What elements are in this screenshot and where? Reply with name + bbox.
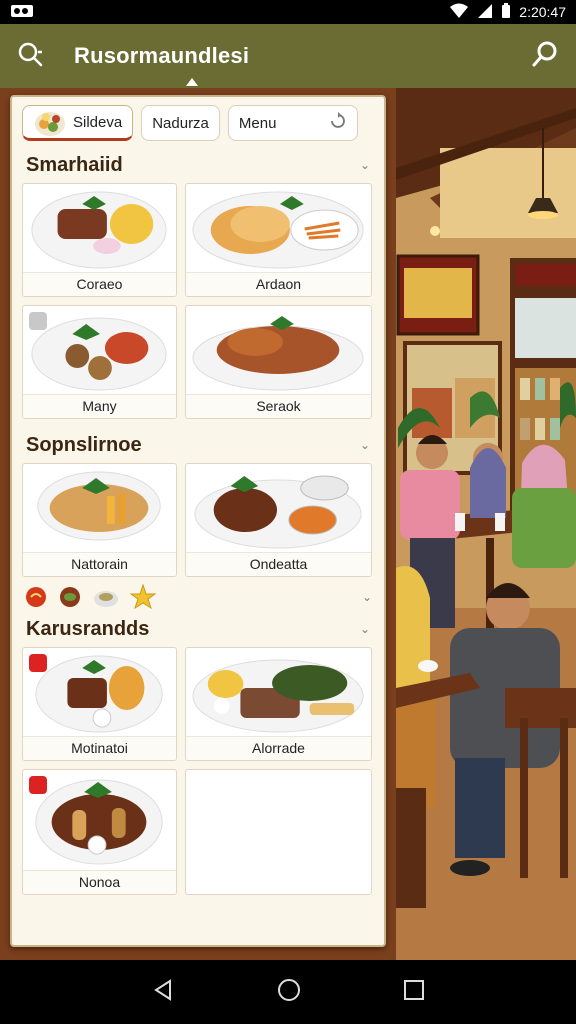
section-title: Sopnslirnoe bbox=[26, 433, 142, 456]
dish-card[interactable]: Motinatoi bbox=[22, 647, 177, 761]
filter-icon-row: ⌄ bbox=[12, 577, 384, 611]
category-chip-nadurza[interactable]: Nadurza bbox=[141, 105, 220, 141]
dish-card[interactable]: Nattorain bbox=[22, 463, 177, 577]
status-time: 2:20:47 bbox=[519, 4, 566, 20]
dish-grid: Motinatoi Alorrade Nonoa bbox=[12, 647, 384, 895]
chili-icon[interactable] bbox=[24, 585, 48, 609]
dish-card[interactable]: Ardaon bbox=[185, 183, 372, 297]
dish-card[interactable]: Seraok bbox=[185, 305, 372, 419]
star-icon[interactable] bbox=[130, 584, 156, 610]
empty-card bbox=[185, 769, 372, 895]
dish-name: Nonoa bbox=[23, 870, 176, 894]
dish-name: Seraok bbox=[186, 394, 371, 418]
dish-image bbox=[192, 659, 364, 733]
dish-image bbox=[31, 317, 167, 391]
category-chip-label: Nadurza bbox=[152, 114, 209, 132]
section-header[interactable]: Karusrandds ⌄ bbox=[12, 611, 384, 647]
dish-name: Coraeo bbox=[23, 272, 176, 296]
food-thumbnail-icon bbox=[35, 112, 65, 136]
dish-grid: Nattorain Ondeatta bbox=[12, 463, 384, 577]
dish-image bbox=[35, 655, 163, 733]
dish-image bbox=[35, 779, 163, 865]
section-title: Karusrandds bbox=[26, 617, 150, 640]
dish-image bbox=[37, 471, 161, 541]
section-title: Smarhaiid bbox=[26, 153, 123, 176]
app-title: Rusormaundlesi bbox=[74, 43, 250, 68]
battery-icon bbox=[501, 2, 511, 22]
wifi-icon bbox=[449, 3, 469, 22]
dish-name: Nattorain bbox=[23, 552, 176, 576]
dish-card[interactable]: Coraeo bbox=[22, 183, 177, 297]
dish-card[interactable]: Ondeatta bbox=[185, 463, 372, 577]
search-location-icon[interactable] bbox=[16, 40, 44, 73]
dish-card[interactable]: Alorrade bbox=[185, 647, 372, 761]
dish-name: Motinatoi bbox=[23, 736, 176, 760]
home-icon[interactable] bbox=[276, 977, 302, 1008]
back-icon[interactable] bbox=[151, 978, 175, 1007]
notification-icon bbox=[10, 4, 34, 21]
dish-bowl-icon[interactable] bbox=[58, 585, 82, 609]
system-nav-bar bbox=[0, 960, 576, 1024]
dish-image bbox=[194, 475, 362, 549]
category-chip-menu[interactable]: Menu bbox=[227, 105, 358, 141]
plate-icon[interactable] bbox=[92, 585, 120, 609]
search-icon[interactable] bbox=[530, 39, 560, 74]
category-chip-sildeva[interactable]: Sildeva bbox=[22, 105, 134, 141]
section-header[interactable]: Sopnslirnoe ⌄ bbox=[12, 427, 384, 463]
dish-name: Ardaon bbox=[186, 272, 371, 296]
status-bar: 2:20:47 bbox=[0, 0, 576, 24]
category-chip-label: Menu bbox=[238, 114, 277, 132]
dish-name: Ondeatta bbox=[186, 552, 371, 576]
dropdown-caret-icon bbox=[186, 78, 198, 86]
category-chips: Sildeva Nadurza Menu bbox=[12, 97, 384, 147]
dish-name: Alorrade bbox=[186, 736, 371, 760]
chevron-down-icon: ⌄ bbox=[361, 590, 372, 604]
dish-grid: Coraeo Ardaon Many Seraok bbox=[12, 183, 384, 419]
chevron-down-icon: ⌄ bbox=[359, 438, 370, 452]
section-header[interactable]: Smarhaiid ⌄ bbox=[12, 147, 384, 183]
signal-icon bbox=[477, 3, 493, 22]
dish-card[interactable]: Many bbox=[22, 305, 177, 419]
dish-card[interactable]: Nonoa bbox=[22, 769, 177, 895]
dish-image bbox=[192, 191, 364, 269]
category-chip-label: Sildeva bbox=[73, 113, 123, 131]
refresh-icon[interactable] bbox=[329, 112, 347, 134]
chevron-down-icon: ⌄ bbox=[359, 622, 370, 636]
dish-image bbox=[31, 191, 167, 269]
menu-panel: Sildeva Nadurza Menu Smarhaiid ⌄ Coraeo bbox=[10, 95, 386, 947]
dish-image bbox=[192, 316, 364, 391]
recents-icon[interactable] bbox=[403, 979, 425, 1006]
app-bar: Rusormaundlesi bbox=[0, 24, 576, 88]
dish-name: Many bbox=[23, 394, 176, 418]
chevron-down-icon: ⌄ bbox=[359, 158, 370, 172]
